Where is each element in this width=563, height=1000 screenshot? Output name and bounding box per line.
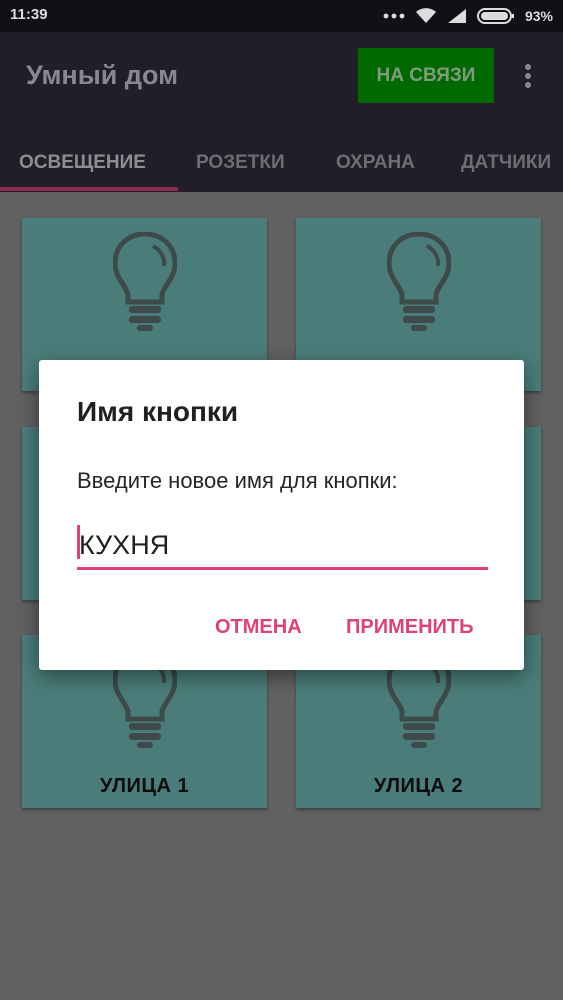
tile-label: УЛИЦА 1	[99, 775, 190, 797]
tab-lighting[interactable]: ОСВЕЩЕНИЕ	[19, 152, 146, 174]
dots-icon	[383, 13, 405, 19]
wifi-icon	[415, 8, 437, 24]
status-bar: 11:39 93%	[0, 0, 563, 32]
signal-icon	[447, 8, 467, 24]
battery-percent: 93%	[524, 8, 553, 24]
app-bar: Умный дом НА СВЯЗИ ОСВЕЩЕНИЕ РОЗЕТКИ ОХР…	[0, 32, 563, 192]
button-name-input[interactable]	[77, 523, 488, 570]
text-cursor	[77, 525, 80, 559]
apply-button[interactable]: ПРИМЕНИТЬ	[346, 616, 474, 639]
tab-bar: ОСВЕЩЕНИЕ РОЗЕТКИ ОХРАНА ДАТЧИКИ	[0, 142, 563, 192]
tab-sensors[interactable]: ДАТЧИКИ	[461, 152, 551, 174]
dialog-message: Введите новое имя для кнопки:	[77, 468, 398, 493]
rename-dialog: Имя кнопки Введите новое имя для кнопки:…	[39, 360, 524, 670]
tab-indicator	[0, 187, 178, 191]
cancel-button[interactable]: ОТМЕНА	[215, 616, 302, 639]
more-options-icon[interactable]	[516, 62, 540, 92]
battery-icon	[476, 7, 515, 25]
status-time: 11:39	[10, 6, 48, 23]
status-icons: 93%	[383, 6, 553, 26]
tab-security[interactable]: ОХРАНА	[336, 152, 415, 174]
dialog-title: Имя кнопки	[77, 396, 239, 427]
tab-sockets[interactable]: РОЗЕТКИ	[196, 152, 285, 174]
app-title: Умный дом	[26, 60, 179, 90]
tile-label: УЛИЦА 2	[373, 775, 464, 797]
connection-status-button[interactable]: НА СВЯЗИ	[358, 48, 494, 103]
